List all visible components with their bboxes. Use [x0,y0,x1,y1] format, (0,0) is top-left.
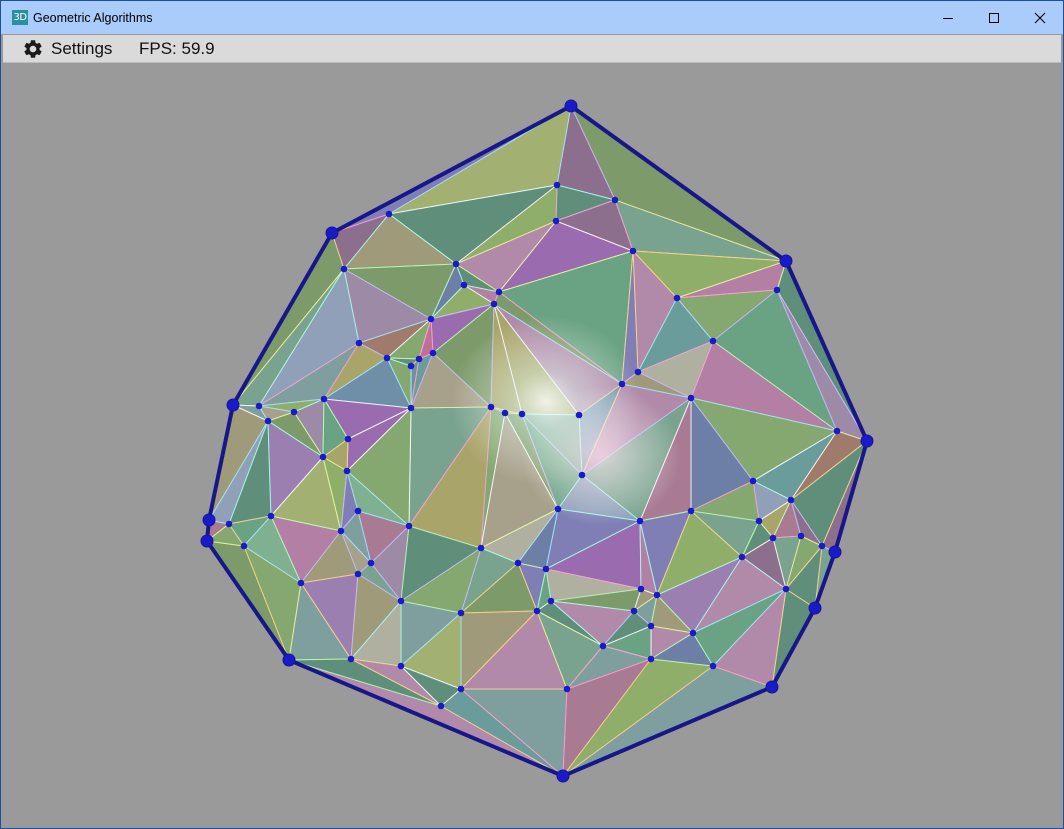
interior-vertex [782,585,790,593]
interior-vertex [487,403,495,411]
interior-vertex [495,288,503,296]
interior-vertex [647,655,655,663]
interior-vertex [354,570,362,578]
interior-vertex [452,260,460,268]
interior-vertex [547,597,555,605]
interior-vertex [355,339,363,347]
interior-vertex [240,542,248,550]
hull-vertex [226,398,240,412]
interior-vertex [415,355,423,363]
interior-vertex [407,404,415,412]
interior-vertex [637,585,645,593]
interior-vertex [636,517,644,525]
interior-vertex [367,559,375,567]
interior-vertex [709,337,717,345]
interior-vertex [437,702,445,710]
hull-vertex [765,680,779,694]
interior-vertex [818,542,826,550]
interior-vertex [514,559,522,567]
interior-vertex [673,294,681,302]
interior-vertex [429,349,437,357]
interior-vertex [427,315,435,323]
specular-highlight [521,386,681,526]
interior-vertex [630,607,638,615]
interior-vertex [618,380,626,388]
hull-vertex [564,99,578,113]
interior-vertex [533,607,541,615]
hull-vertex [808,601,822,615]
interior-vertex [563,685,571,693]
interior-vertex [337,527,345,535]
interior-vertex [490,300,498,308]
interior-vertex [575,411,583,419]
interior-vertex [518,410,526,418]
interior-vertex [749,477,757,485]
interior-vertex [460,281,468,289]
interior-vertex [542,565,550,573]
interior-vertex [773,286,781,294]
interior-vertex [255,402,263,410]
interior-vertex [787,496,795,504]
interior-vertex [687,394,695,402]
hull-vertex [779,254,793,268]
interior-vertex [385,210,393,218]
interior-vertex [290,408,298,416]
interior-vertex [769,534,777,542]
hull-vertex [282,653,296,667]
interior-vertex [457,685,465,693]
interior-vertex [225,520,233,528]
interior-vertex [611,196,619,204]
app-window: 3D Geometric Algorithms Settings FPS: 59… [0,0,1064,829]
interior-vertex [578,471,586,479]
interior-vertex [709,662,717,670]
interior-vertex [647,622,655,630]
interior-vertex [397,662,405,670]
interior-vertex [755,517,763,525]
interior-vertex [264,417,272,425]
interior-vertex [383,354,391,362]
interior-vertex [738,553,746,561]
triangulation-scene [200,99,874,783]
interior-vertex [797,532,805,540]
interior-vertex [407,362,415,370]
hull-vertex [200,534,214,548]
interior-vertex [354,507,362,515]
hull-vertex [556,769,570,783]
3d-viewport[interactable] [3,63,1061,826]
hull-vertex [325,226,339,240]
interior-vertex [319,453,327,461]
interior-vertex [599,642,607,650]
interior-vertex [457,609,465,617]
interior-vertex [344,435,352,443]
hull-vertex [828,545,842,559]
interior-vertex [405,522,413,530]
interior-vertex [501,409,509,417]
interior-vertex [397,597,405,605]
interior-vertex [554,505,562,513]
interior-vertex [343,467,351,475]
interior-vertex [553,181,561,189]
interior-vertex [689,629,697,637]
hull-vertex [202,513,216,527]
interior-vertex [347,655,355,663]
interior-vertex [634,368,642,376]
interior-vertex [320,395,328,403]
interior-vertex [653,591,661,599]
interior-vertex [833,427,841,435]
hull-vertex [860,434,874,448]
interior-vertex [267,512,275,520]
interior-vertex [297,579,305,587]
interior-vertex [629,247,637,255]
interior-vertex [552,217,560,225]
interior-vertex [340,265,348,273]
interior-vertex [477,544,485,552]
interior-vertex [687,507,695,515]
